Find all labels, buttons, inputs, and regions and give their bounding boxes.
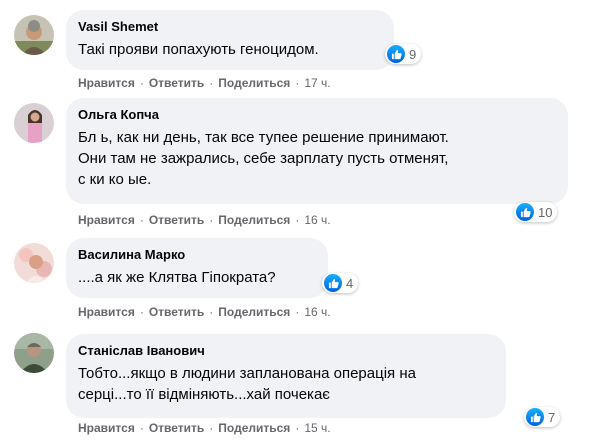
comment-author[interactable]: Vasil Shemet [78,18,382,35]
comment-timestamp[interactable]: 15 ч. [304,420,330,436]
comment-text: ....а як же Клятва Гіпократа? [78,269,276,286]
comment-actions: Нравится · Ответить · Поделиться · 17 ч. [78,75,331,91]
comment-bubble: Vasil Shemet Такі прояви попахують геноц… [66,10,394,70]
reaction-badge[interactable]: 10 [514,202,558,222]
comment-author[interactable]: Ольга Копча [78,106,556,123]
comment-text-line: серці...то її відміняють...хай почекає [78,386,330,403]
avatar[interactable] [14,243,54,283]
comment-timestamp[interactable]: 16 ч. [304,304,330,320]
comment-timestamp[interactable]: 16 ч. [304,212,330,228]
share-link[interactable]: Поделиться [218,75,290,91]
separator: · [209,421,214,435]
reaction-count: 4 [346,275,354,291]
separator: · [139,76,144,90]
like-link[interactable]: Нравится [78,212,135,228]
reply-link[interactable]: Ответить [149,304,204,320]
like-reaction-icon [526,408,544,426]
like-link[interactable]: Нравится [78,75,135,91]
comment-bubble: Ольга Копча Бл ь, как ни день, так все т… [66,98,568,204]
avatar[interactable] [14,333,54,373]
like-link[interactable]: Нравится [78,304,135,320]
reply-link[interactable]: Ответить [149,212,204,228]
like-link[interactable]: Нравится [78,420,135,436]
comment-author[interactable]: Василина Марко [78,246,316,263]
share-link[interactable]: Поделиться [218,420,290,436]
comment-actions: Нравится · Ответить · Поделиться · 16 ч. [78,212,331,228]
separator: · [209,76,214,90]
reaction-badge[interactable]: 9 [385,44,422,64]
separator: · [209,213,214,227]
reaction-badge[interactable]: 4 [322,273,359,293]
comment-text-line: Они там не зажрались, себе зарплату пуст… [78,150,449,167]
reaction-count: 10 [538,204,553,220]
comment-actions: Нравится · Ответить · Поделиться · 15 ч. [78,420,331,436]
comment-text-line: Бл ь, как ни день, так все тупее решение… [78,129,449,146]
comment-author[interactable]: Станіслав Іванович [78,342,494,359]
comment-timestamp[interactable]: 17 ч. [304,75,330,91]
reaction-count: 7 [548,409,556,425]
comment-bubble: Василина Марко ....а як же Клятва Гіпокр… [66,238,328,298]
comment-actions: Нравится · Ответить · Поделиться · 16 ч. [78,304,331,320]
reply-link[interactable]: Ответить [149,75,204,91]
reply-link[interactable]: Ответить [149,420,204,436]
comment-bubble: Станіслав Іванович Тобто...якщо в людини… [66,334,506,418]
avatar[interactable] [14,103,54,143]
share-link[interactable]: Поделиться [218,212,290,228]
comment-text-line: Тобто...якщо в людини запланована операц… [78,365,416,382]
reaction-count: 9 [409,46,417,62]
like-reaction-icon [324,274,342,292]
share-link[interactable]: Поделиться [218,304,290,320]
like-reaction-icon [516,203,534,221]
separator: · [295,76,300,90]
comment-text-line: с ки ко ые. [78,171,152,188]
separator: · [209,305,214,319]
separator: · [295,213,300,227]
reaction-badge[interactable]: 7 [524,407,561,427]
separator: · [139,421,144,435]
comment-text: Такі прояви попахують геноцидом. [78,41,319,58]
separator: · [139,305,144,319]
separator: · [295,421,300,435]
separator: · [295,305,300,319]
like-reaction-icon [387,45,405,63]
separator: · [139,213,144,227]
avatar[interactable] [14,15,54,55]
